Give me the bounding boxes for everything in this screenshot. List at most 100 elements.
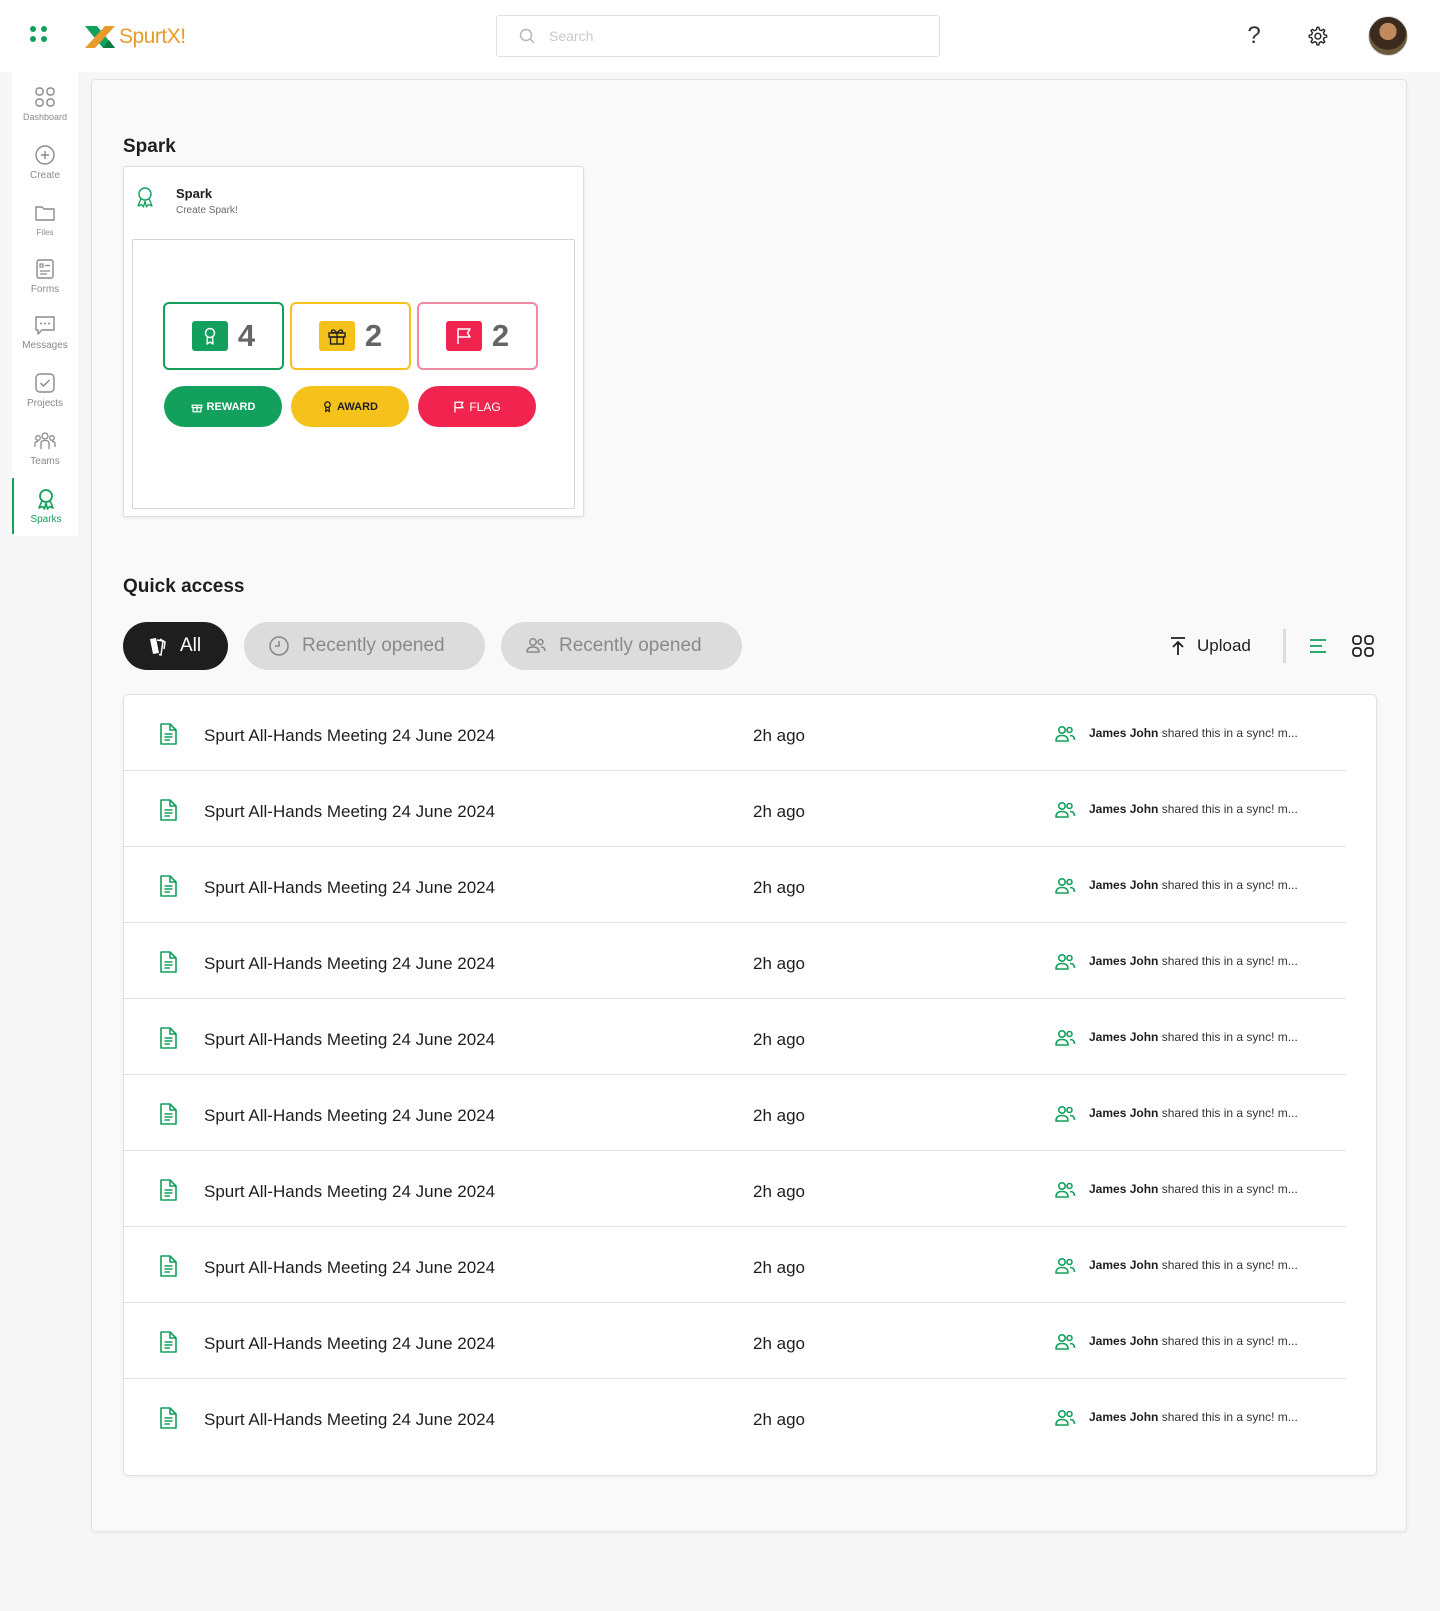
file-row[interactable]: Spurt All-Hands Meeting 24 June 2024 2h a… (124, 923, 1346, 999)
users-icon (1054, 1256, 1076, 1276)
file-name[interactable]: Spurt All-Hands Meeting 24 June 2024 (204, 1334, 495, 1354)
sidebar-item-label: Create (29, 170, 60, 181)
quick-access-title: Quick access (123, 576, 245, 597)
file-time: 2h ago (753, 954, 805, 973)
file-time: 2h ago (753, 726, 805, 745)
search-input[interactable] (549, 28, 909, 44)
file-time: 2h ago (753, 1410, 805, 1429)
sidebar-item-teams[interactable]: Teams (12, 420, 78, 476)
sidebar-item-files[interactable]: Files (12, 192, 78, 248)
users-icon (1054, 724, 1076, 744)
sidebar-item-dashboard[interactable]: Dashboard (12, 76, 78, 132)
shared-info: James John shared this in a sync! m... (1089, 1258, 1321, 1272)
users-icon (1055, 953, 1076, 970)
sidebar-item-label: Forms (30, 284, 60, 295)
shared-text: shared this in a sync! m... (1161, 802, 1298, 816)
logo[interactable]: SpurtX! (83, 22, 186, 52)
upload-button[interactable]: Upload (1169, 631, 1251, 661)
file-name[interactable]: Spurt All-Hands Meeting 24 June 2024 (204, 802, 495, 822)
shared-by: James John (1089, 1030, 1159, 1044)
documents-icon (150, 638, 166, 656)
filter-shared-button[interactable]: Recently opened (501, 622, 742, 670)
file-time: 2h ago (753, 802, 805, 821)
shared-info: James John shared this in a sync! m... (1089, 1334, 1321, 1348)
file-row[interactable]: Spurt All-Hands Meeting 24 June 2024 2h a… (124, 999, 1346, 1075)
filter-recent-label: Recently opened (302, 635, 445, 656)
flag-button[interactable]: FLAG (418, 386, 536, 427)
users-icon (1055, 1181, 1076, 1198)
file-name[interactable]: Spurt All-Hands Meeting 24 June 2024 (204, 726, 495, 746)
reward-button-label: REWARD (206, 400, 256, 413)
help-button[interactable]: ? (1240, 22, 1268, 50)
users-icon (526, 638, 546, 653)
spark-card-title: Spark (176, 186, 213, 201)
shared-info: James John shared this in a sync! m... (1089, 1182, 1321, 1196)
shared-info: James John shared this in a sync! m... (1089, 954, 1321, 968)
document-icon (160, 875, 177, 897)
file-row[interactable]: Spurt All-Hands Meeting 24 June 2024 2h a… (124, 1303, 1346, 1379)
document-icon (157, 798, 179, 822)
filter-all-label: All (180, 635, 202, 656)
document-icon (157, 1102, 179, 1126)
shared-by: James John (1089, 1410, 1159, 1424)
message-icon (35, 316, 55, 335)
sidebar-item-label: Sparks (30, 514, 62, 525)
reward-button[interactable]: REWARD (164, 386, 282, 427)
sidebar: Dashboard Create Files Forms Messages Pr… (12, 72, 78, 536)
file-time: 2h ago (753, 1182, 805, 1201)
file-name[interactable]: Spurt All-Hands Meeting 24 June 2024 (204, 1182, 495, 1202)
file-row[interactable]: Spurt All-Hands Meeting 24 June 2024 2h a… (124, 1227, 1346, 1303)
sidebar-item-sparks[interactable]: Sparks (12, 478, 78, 534)
file-row[interactable]: Spurt All-Hands Meeting 24 June 2024 2h a… (124, 1075, 1346, 1151)
shared-text: shared this in a sync! m... (1161, 726, 1298, 740)
shared-by: James John (1089, 1182, 1159, 1196)
document-icon (160, 723, 177, 745)
form-icon (36, 259, 54, 279)
file-row[interactable]: Spurt All-Hands Meeting 24 June 2024 2h a… (124, 847, 1346, 923)
file-row[interactable]: Spurt All-Hands Meeting 24 June 2024 2h a… (124, 771, 1346, 847)
shared-by: James John (1089, 1258, 1159, 1272)
file-name[interactable]: Spurt All-Hands Meeting 24 June 2024 (204, 1030, 495, 1050)
shared-info: James John shared this in a sync! m... (1089, 878, 1321, 892)
file-name[interactable]: Spurt All-Hands Meeting 24 June 2024 (204, 878, 495, 898)
file-name[interactable]: Spurt All-Hands Meeting 24 June 2024 (204, 1258, 495, 1278)
award-button[interactable]: AWARD (291, 386, 409, 427)
settings-button[interactable] (1303, 22, 1331, 50)
file-row[interactable]: Spurt All-Hands Meeting 24 June 2024 2h a… (124, 695, 1346, 771)
file-row[interactable]: Spurt All-Hands Meeting 24 June 2024 2h a… (124, 1151, 1346, 1227)
sidebar-item-label: Dashboard (22, 112, 68, 122)
file-name[interactable]: Spurt All-Hands Meeting 24 June 2024 (204, 954, 495, 974)
spark-card-subtitle: Create Spark! (176, 205, 238, 216)
shared-text: shared this in a sync! m... (1161, 1334, 1298, 1348)
sidebar-item-messages[interactable]: Messages (12, 304, 78, 360)
users-icon (1055, 801, 1076, 818)
file-list: Spurt All-Hands Meeting 24 June 2024 2h a… (123, 694, 1377, 1476)
main-panel: Spark Spark Create Spark! 4 2 2 REWARD A… (91, 79, 1407, 1532)
file-row[interactable]: Spurt All-Hands Meeting 24 June 2024 2h a… (124, 1379, 1346, 1455)
flag-icon (454, 401, 464, 412)
toolbar-divider (1283, 629, 1286, 663)
sidebar-item-projects[interactable]: Projects (12, 362, 78, 418)
file-name[interactable]: Spurt All-Hands Meeting 24 June 2024 (204, 1106, 495, 1126)
sidebar-item-create[interactable]: Create (12, 134, 78, 190)
shared-by: James John (1089, 954, 1159, 968)
shared-by: James John (1089, 1106, 1159, 1120)
filter-recent-button[interactable]: Recently opened (244, 622, 485, 670)
users-icon (1055, 1333, 1076, 1350)
search-bar[interactable] (496, 15, 940, 57)
shared-by: James John (1089, 802, 1159, 816)
upload-icon (1171, 637, 1185, 655)
user-avatar[interactable] (1368, 16, 1408, 56)
spark-card: Spark Create Spark! 4 2 2 REWARD AWARD F… (123, 166, 584, 517)
document-icon (160, 1255, 177, 1277)
apps-grid-icon[interactable] (30, 26, 52, 46)
sidebar-item-forms[interactable]: Forms (12, 248, 78, 304)
file-name[interactable]: Spurt All-Hands Meeting 24 June 2024 (204, 1410, 495, 1430)
file-time: 2h ago (753, 1334, 805, 1353)
list-view-button[interactable] (1305, 633, 1331, 659)
award-icon (324, 401, 331, 413)
grid-view-button[interactable] (1350, 633, 1376, 659)
filter-all-button[interactable]: All (123, 622, 228, 670)
award-icon (191, 321, 228, 351)
spark-summary-panel: 4 2 2 REWARD AWARD FLAG (132, 239, 575, 509)
